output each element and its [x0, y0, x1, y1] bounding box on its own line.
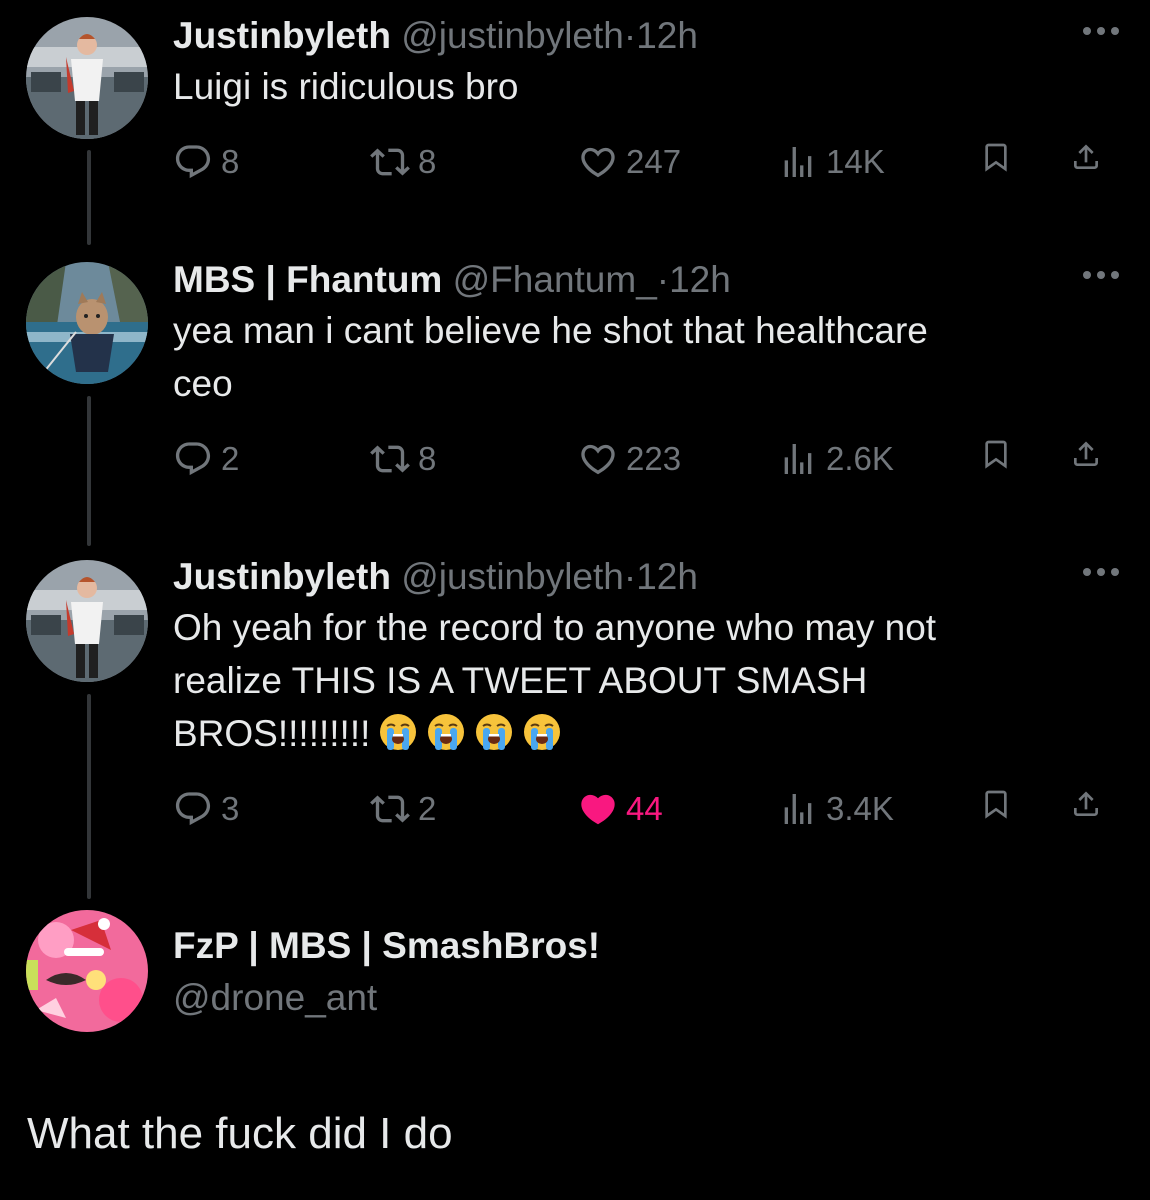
repost-count: 8 — [418, 143, 437, 180]
author-handle[interactable]: @drone_ant — [173, 976, 1123, 1020]
author-name[interactable]: MBS | Fhantum — [173, 259, 442, 300]
reply-icon — [173, 789, 213, 829]
author-name[interactable]: FzP | MBS | SmashBros! — [173, 924, 1123, 968]
heart-filled-icon — [578, 789, 618, 829]
loudly-crying-face-icon — [426, 712, 466, 752]
repost-icon — [370, 789, 410, 829]
views-button[interactable]: 2.6K — [778, 434, 894, 484]
author-name[interactable]: Justinbyleth — [173, 556, 391, 597]
views-icon — [778, 439, 818, 479]
views-icon — [778, 142, 818, 182]
timestamp[interactable]: 12h — [669, 259, 731, 300]
repost-icon — [370, 439, 410, 479]
like-count: 44 — [626, 790, 663, 827]
bookmark-icon[interactable] — [980, 784, 1020, 824]
bookmark-icon[interactable] — [980, 137, 1020, 177]
reply-button[interactable]: 3 — [173, 784, 239, 834]
main-tweet-text: What the fuck did I do — [27, 1109, 453, 1158]
main-tweet[interactable]: FzP | MBS | SmashBros! @drone_ant — [173, 924, 1123, 1020]
reply-button[interactable]: 8 — [173, 137, 239, 187]
thread-line-1 — [87, 150, 91, 245]
reply-tweet[interactable]: Justinbyleth @justinbyleth·12h Oh yeah f… — [173, 555, 1123, 827]
tweet-text-line: BROS!!!!!!!!! — [173, 713, 371, 754]
bookmark-icon[interactable] — [980, 434, 1020, 474]
views-count: 2.6K — [826, 440, 894, 477]
loudly-crying-face-icon — [522, 712, 562, 752]
like-button[interactable]: 223 — [578, 434, 681, 484]
reply-button[interactable]: 2 — [173, 434, 239, 484]
timestamp[interactable]: 12h — [636, 556, 698, 597]
tweet-text-line: yea man i cant believe he shot that heal… — [173, 310, 928, 351]
reply-icon — [173, 142, 213, 182]
views-count: 3.4K — [826, 790, 894, 827]
tweet-text-line-with-emoji: BROS!!!!!!!!! — [173, 707, 1123, 760]
views-button[interactable]: 14K — [778, 137, 885, 187]
tweet-actions: 3 2 44 3.4K — [173, 784, 1123, 834]
author-handle[interactable]: @Fhantum_ — [453, 259, 657, 300]
avatar[interactable] — [26, 910, 148, 1032]
reply-tweet[interactable]: MBS | Fhantum @Fhantum_·12h yea man i ca… — [173, 258, 1123, 477]
views-button[interactable]: 3.4K — [778, 784, 894, 834]
author-handle[interactable]: @justinbyleth — [401, 556, 624, 597]
tweet-actions: 8 8 247 14K — [173, 137, 1123, 187]
separator-dot: · — [656, 259, 670, 300]
tweet-actions: 2 8 223 2.6K — [173, 434, 1123, 484]
reply-tweet[interactable]: Justinbyleth @justinbyleth·12h Luigi is … — [173, 14, 1123, 180]
views-count: 14K — [826, 143, 885, 180]
more-icon[interactable] — [1079, 260, 1123, 290]
repost-button[interactable]: 2 — [370, 784, 436, 834]
timestamp[interactable]: 12h — [636, 15, 698, 56]
tweet-text: yea man i cant believe he shot that heal… — [173, 304, 1123, 410]
repost-count: 2 — [418, 790, 437, 827]
separator-dot: · — [623, 556, 637, 597]
tweet-text: Oh yeah for the record to anyone who may… — [173, 601, 1123, 760]
avatar[interactable] — [26, 262, 148, 384]
like-count: 223 — [626, 440, 682, 477]
tweet-text-line: Oh yeah for the record to anyone who may… — [173, 607, 937, 648]
heart-icon — [578, 439, 618, 479]
thread-line-3 — [87, 694, 91, 899]
heart-icon — [578, 142, 618, 182]
like-button[interactable]: 44 — [578, 784, 663, 834]
reply-icon — [173, 439, 213, 479]
avatar[interactable] — [26, 560, 148, 682]
loudly-crying-face-icon — [474, 712, 514, 752]
more-icon[interactable] — [1079, 557, 1123, 587]
more-icon[interactable] — [1079, 16, 1123, 46]
repost-icon — [370, 142, 410, 182]
share-icon[interactable] — [1070, 784, 1110, 824]
avatar[interactable] — [26, 17, 148, 139]
reply-count: 3 — [221, 790, 240, 827]
tweet-text-line: ceo — [173, 363, 233, 404]
tweet-text-line: realize THIS IS A TWEET ABOUT SMASH — [173, 660, 868, 701]
repost-button[interactable]: 8 — [370, 434, 436, 484]
author-name[interactable]: Justinbyleth — [173, 15, 391, 56]
tweet-text: Luigi is ridiculous bro — [173, 66, 519, 107]
views-icon — [778, 789, 818, 829]
repost-count: 8 — [418, 440, 437, 477]
share-icon[interactable] — [1070, 434, 1110, 474]
separator-dot: · — [623, 15, 637, 56]
like-count: 247 — [626, 143, 682, 180]
share-icon[interactable] — [1070, 137, 1110, 177]
loudly-crying-face-icon — [378, 712, 418, 752]
reply-count: 2 — [221, 440, 240, 477]
thread-line-2 — [87, 396, 91, 546]
reply-count: 8 — [221, 143, 240, 180]
like-button[interactable]: 247 — [578, 137, 681, 187]
repost-button[interactable]: 8 — [370, 137, 436, 187]
author-handle[interactable]: @justinbyleth — [401, 15, 624, 56]
